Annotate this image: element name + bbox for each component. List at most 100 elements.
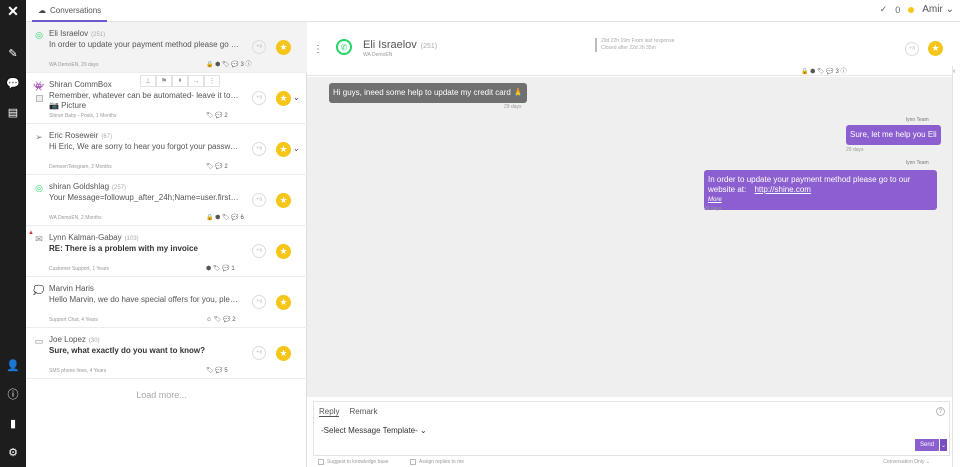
tab-remark[interactable]: Remark (349, 407, 377, 417)
conversation-badges: 🔒 ⬢ 🏷 💬 3 ⓘ (801, 69, 847, 75)
people-icon[interactable]: 👤 (5, 357, 21, 373)
suggest-label: Suggest to knowledge base (327, 459, 389, 465)
pin-icon[interactable]: ⊥ (140, 75, 156, 87)
conversation-channel: WA DemoEN (363, 52, 393, 58)
assign-user-icon[interactable]: ⁺ᵒ (252, 142, 266, 156)
conversation-meta: Support Chat, 4 Years (49, 317, 98, 323)
suggest-checkbox[interactable] (318, 459, 324, 465)
star-icon[interactable]: ★ (276, 346, 291, 361)
reply-options: Suggest to knowledge base Assign replies… (313, 458, 950, 467)
chevron-down-icon[interactable]: ⌄ (293, 144, 300, 153)
conversation-header: ⋮ ✆ Eli Israelov (251) WA DemoEN 29d 22h … (307, 22, 952, 76)
suggest-option[interactable]: Suggest to knowledge base (318, 459, 388, 465)
status-dot-icon (908, 6, 915, 13)
send-button[interactable]: Send (914, 439, 939, 451)
outgoing-message: In order to update your payment method p… (704, 170, 937, 210)
forward-icon[interactable]: → (188, 75, 204, 87)
star-icon[interactable]: ★ (276, 40, 291, 55)
settings-icon[interactable]: ⚙ (5, 444, 21, 460)
assign-user-icon[interactable]: ⁺ᵒ (252, 295, 266, 309)
star-icon[interactable]: ★ (928, 41, 943, 56)
more-vertical-icon[interactable]: ⋮ (313, 44, 323, 55)
contact-name: Shiran CommBox (49, 80, 112, 89)
assign-user-icon[interactable]: ⁺ᵒ (252, 91, 266, 105)
message-preview: Sure, what exactly do you want to know? (49, 346, 206, 355)
message-preview: RE: There is a problem with my invoice (49, 244, 198, 253)
flag-icon[interactable]: ⚑ (156, 75, 172, 87)
star-icon[interactable]: ★ (276, 193, 291, 208)
conversation-item[interactable]: ◎ shiran Goldshlag (257) Your Message=fol… (26, 175, 307, 226)
more-link[interactable]: More (708, 195, 933, 205)
tab-reply[interactable]: Reply (319, 407, 340, 417)
chat-icon[interactable]: 💬 (5, 75, 21, 91)
conversation-badges: 🔒 ⬢ 🏷 💬 3 ⓘ (206, 62, 252, 68)
app-logo[interactable]: ✕ (5, 3, 21, 19)
help-icon[interactable]: ? (936, 407, 945, 416)
contact-name: Lynn Kalman-Gabay (103) (49, 233, 139, 242)
closed-after-stat: Closed after 22d 2h 35m (601, 45, 656, 51)
conversation-badges: 🏷 💬 2 (206, 113, 228, 119)
assign-user-icon[interactable]: ⁺ᵒ (252, 193, 266, 207)
star-icon[interactable]: ★ (276, 295, 291, 310)
assign-user-icon[interactable]: ⁺ᵒ (252, 346, 266, 360)
chevron-down-icon[interactable]: ⌄ (293, 93, 300, 102)
checkmark-icon[interactable]: ✓ (880, 4, 888, 15)
conversation-item[interactable]: ◎ Eli Israelov (251) In order to update y… (26, 22, 307, 73)
message-preview: Remember, whatever can be automated- lea… (49, 91, 239, 100)
bot-icon: 👾 (33, 80, 45, 91)
side-panel-strip: ‹ (952, 66, 960, 467)
message-preview: In order to update your payment method p… (49, 40, 239, 49)
conversation-pane: ⋮ ✆ Eli Israelov (251) WA DemoEN 29d 22h … (307, 22, 952, 467)
more-icon[interactable]: ⋮ (204, 75, 220, 87)
info-icon[interactable]: ⓘ (5, 386, 21, 402)
assign-user-icon[interactable]: ⁺ᵒ (905, 42, 919, 56)
user-menu[interactable]: Amir ⌄ (922, 4, 954, 15)
stats-icon[interactable]: ▮ (5, 415, 21, 431)
contact-name: Marvin Haris (49, 284, 94, 293)
conversations-icon: ☁ (38, 5, 46, 15)
star-icon[interactable]: ★ (276, 91, 291, 106)
star-icon[interactable]: ★ (276, 142, 291, 157)
message-time: 29 days (704, 206, 722, 212)
star-icon[interactable]: ★ (276, 244, 291, 259)
conversation-badges: ☺ 🏷 💬 2 (206, 317, 236, 323)
conversation-contact-name: Eli Israelov (251) (363, 39, 438, 51)
whatsapp-icon: ✆ (336, 39, 352, 55)
send-control: Send ⌄ (914, 439, 947, 451)
chevron-left-icon[interactable]: ‹ (953, 68, 960, 78)
tab-conversations[interactable]: ☁ Conversations (32, 0, 108, 22)
message-sender: lynn Team (906, 117, 929, 123)
assign-user-icon[interactable]: ⁺ᵒ (252, 40, 266, 54)
message-preview: Hi Eric, We are sorry to hear you forgot… (49, 142, 239, 151)
message-link[interactable]: http://shine.com (754, 185, 810, 194)
tag-icon[interactable]: ⬧ (172, 75, 188, 87)
conversation-item[interactable]: 💭 Marvin Haris Hello Marvin, we do have … (26, 277, 307, 328)
reply-box: Reply Remark ? -Select Message Template-… (313, 401, 950, 456)
select-checkbox[interactable] (36, 95, 43, 102)
contact-name: shiran Goldshlag (257) (49, 182, 127, 191)
template-select[interactable]: -Select Message Template- ⌄ (321, 426, 427, 435)
book-icon[interactable]: ▤ (5, 104, 21, 120)
conversation-meta: SMS phone lines, 4 Years (49, 368, 107, 374)
incoming-message: Hi guys, ineed some help to update my cr… (329, 83, 528, 103)
conversation-badges: 🏷 💬 2 (206, 164, 228, 170)
conversation-item[interactable]: 👾 ⊥ ⚑ ⬧ → ⋮ Shiran CommBox Remember, wha… (26, 73, 307, 124)
last-response-stat: 29d 22h 19m From last response (601, 38, 675, 44)
conversation-item[interactable]: ▲ ✉ Lynn Kalman-Gabay (103) RE: There is … (26, 226, 307, 277)
telegram-icon: ➢ (35, 131, 43, 142)
assign-checkbox[interactable] (410, 459, 416, 465)
conversation-item[interactable]: ▭ Joe Lopez (30) Sure, what exactly do yo… (26, 328, 307, 379)
assign-option[interactable]: Assign replies to me (410, 459, 464, 465)
load-more-link[interactable]: Load more... (26, 390, 297, 400)
conversation-meta: WA DemoEN, 2 Months (49, 215, 102, 221)
visibility-select[interactable]: Conversation Only ⌄ (883, 459, 930, 465)
conversation-badges: 🔒 ⬢ 🏷 💬 6 (206, 215, 244, 221)
conversation-list: ◎ Eli Israelov (251) In order to update y… (26, 22, 307, 467)
conversation-meta: Shiran Baby - Posts, 1 Months (49, 113, 117, 119)
conversation-item[interactable]: ➢ Eric Roseweir (67) Hi Eric, We are sorr… (26, 124, 307, 175)
message-time: 29 days (846, 147, 864, 153)
assign-user-icon[interactable]: ⁺ᵒ (252, 244, 266, 258)
compose-icon[interactable]: ✎ (5, 45, 21, 61)
send-options-chevron-icon[interactable]: ⌄ (939, 439, 947, 451)
top-right-area: ✓ 0 Amir ⌄ (880, 4, 954, 15)
